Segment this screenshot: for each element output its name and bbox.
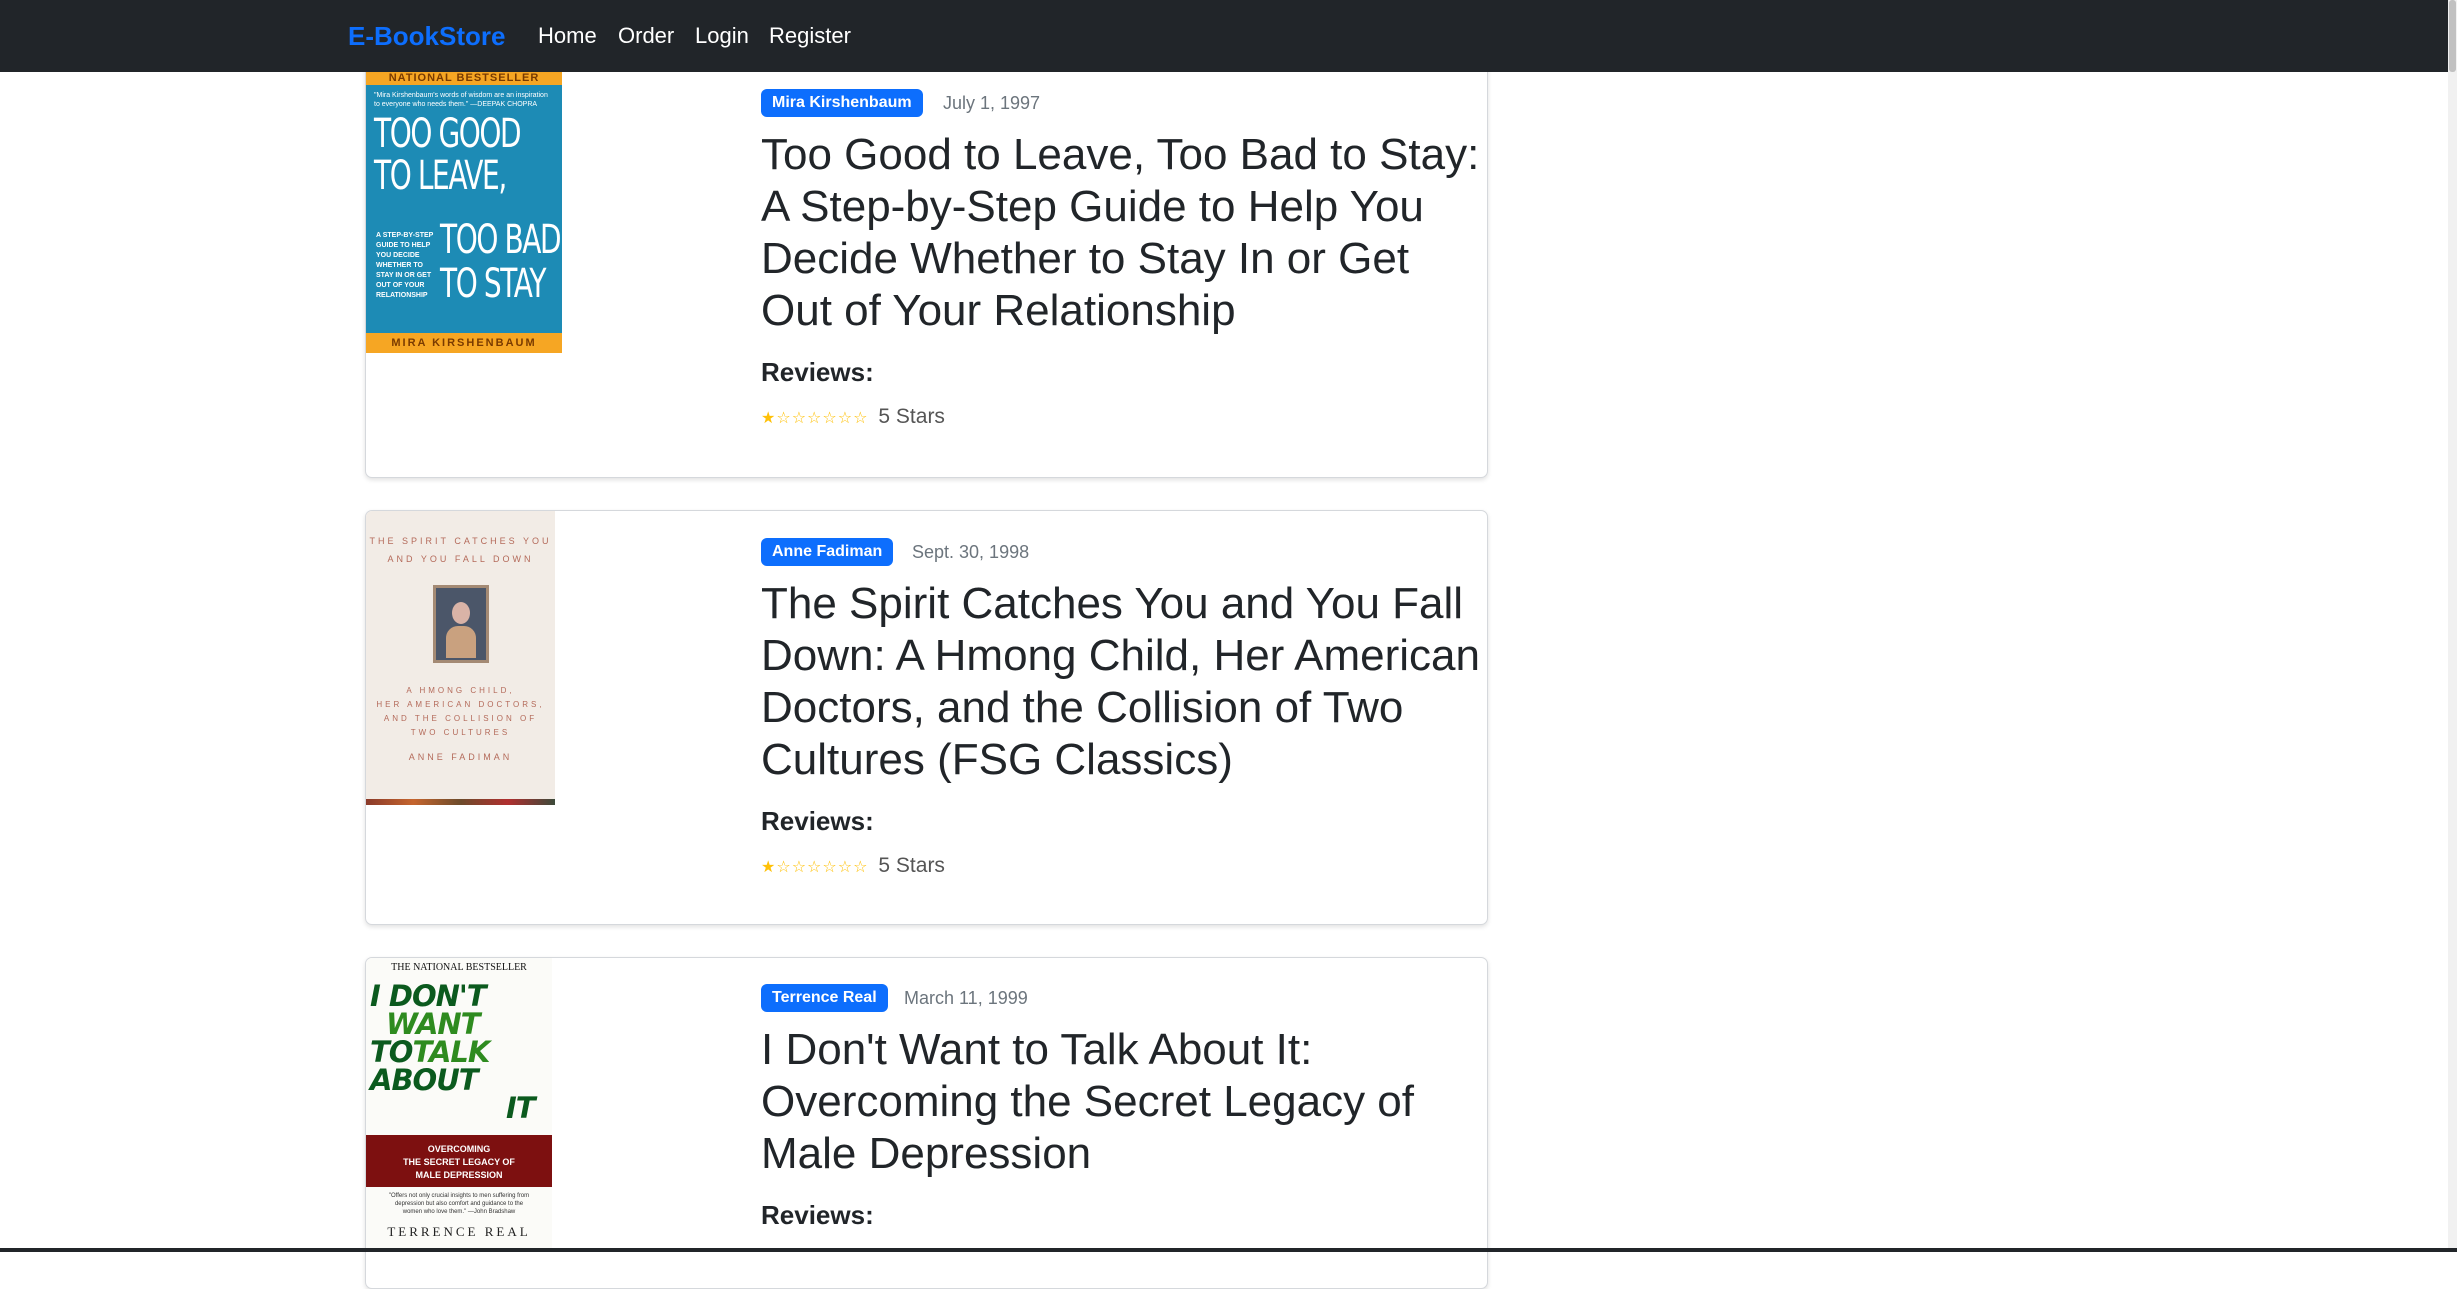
window-bottom-edge [0, 1248, 2457, 1252]
cover-top-band: NATIONAL BESTSELLER [366, 71, 562, 85]
author-badge[interactable]: Terrence Real [761, 984, 888, 1012]
cover-subtitle: TWO CULTURES [410, 728, 511, 737]
book-card: THE NATIONAL BESTSELLER I DON'T WANT TOT… [365, 957, 1488, 1289]
brand-link[interactable]: E-BookStore [348, 20, 505, 52]
scrollbar[interactable] [2448, 0, 2457, 1252]
rating-text: 5 Stars [878, 854, 945, 877]
cover-quote: "Mira Kirshenbaum's words of wisdom are … [374, 92, 548, 108]
cover-title-line: THE SPIRIT CATCHES YOU [369, 536, 552, 546]
book-card: THE SPIRIT CATCHES YOU AND YOU FALL DOWN… [365, 510, 1488, 925]
nav-home-link[interactable]: Home [538, 22, 597, 50]
cover-band: OVERCOMING THE SECRET LEGACY OF MALE DEP… [366, 1135, 552, 1187]
book-title[interactable]: I Don't Want to Talk About It: Overcomin… [761, 1024, 1481, 1180]
cover-subtitle: A HMONG CHILD, [406, 686, 515, 695]
scrollbar-thumb[interactable] [2449, 0, 2456, 72]
cover-title-line: TOTALK [370, 1035, 490, 1069]
navbar: E-BookStore Home Order Login Register [0, 0, 2457, 72]
publish-date: Sept. 30, 1998 [912, 542, 1030, 562]
cover-title-line: TO STAY [440, 261, 546, 307]
cover-subtitle: HER AMERICAN DOCTORS, [376, 700, 545, 709]
author-badge[interactable]: Mira Kirshenbaum [761, 89, 923, 117]
publish-date: July 1, 1997 [943, 93, 1041, 113]
star-rating-icon: ★☆☆☆☆☆☆ [761, 410, 869, 427]
cover-title-line: WANT [386, 1007, 480, 1041]
publish-date: March 11, 1999 [904, 988, 1028, 1008]
cover-subtitle: AND THE COLLISION OF [383, 714, 538, 723]
cover-title-line: I DON'T [370, 979, 487, 1013]
rating-text: 5 Stars [878, 405, 945, 428]
book-cover[interactable]: NATIONAL BESTSELLER "Mira Kirshenbaum's … [366, 71, 562, 353]
book-cover[interactable]: THE NATIONAL BESTSELLER I DON'T WANT TOT… [366, 958, 552, 1252]
cover-author: MIRA KIRSHENBAUM [366, 333, 562, 353]
reviews-label: Reviews: [761, 357, 874, 387]
cover-photo [433, 585, 489, 663]
nav-register-link[interactable]: Register [769, 22, 851, 50]
cover-top-text: THE NATIONAL BESTSELLER [391, 962, 527, 973]
book-title[interactable]: The Spirit Catches You and You Fall Down… [761, 578, 1481, 786]
rating: ★☆☆☆☆☆☆ 5 Stars [761, 405, 945, 431]
nav-login-link[interactable]: Login [695, 22, 749, 50]
cover-title-line: TOO GOOD [374, 111, 522, 157]
cover-author: ANNE FADIMAN [408, 752, 513, 762]
cover-title-line: AND YOU FALL DOWN [387, 554, 534, 564]
author-badge[interactable]: Anne Fadiman [761, 538, 894, 566]
cover-title-line: TOO BAD [440, 217, 562, 263]
cover-title-line: IT [506, 1091, 536, 1125]
rating: ★☆☆☆☆☆☆ 5 Stars [761, 854, 945, 880]
reviews-label: Reviews: [761, 806, 874, 836]
cover-subtitle: A STEP-BY-STEP GUIDE TO HELP YOU DECIDE … [376, 232, 434, 299]
book-card: NATIONAL BESTSELLER "Mira Kirshenbaum's … [365, 40, 1488, 478]
book-cover[interactable]: THE SPIRIT CATCHES YOU AND YOU FALL DOWN… [366, 511, 555, 805]
star-rating-icon: ★☆☆☆☆☆☆ [761, 859, 869, 876]
cover-title-line: ABOUT [370, 1063, 479, 1097]
cover-author: TERRENCE REAL [387, 1224, 531, 1239]
cover-title-line: TO LEAVE, [374, 153, 507, 199]
cover-strip [366, 799, 555, 805]
reviews-label: Reviews: [761, 1200, 874, 1230]
nav-order-link[interactable]: Order [618, 22, 674, 50]
cover-quote: "Offers not only crucial insights to men… [388, 1193, 530, 1215]
book-title[interactable]: Too Good to Leave, Too Bad to Stay: A St… [761, 129, 1481, 337]
